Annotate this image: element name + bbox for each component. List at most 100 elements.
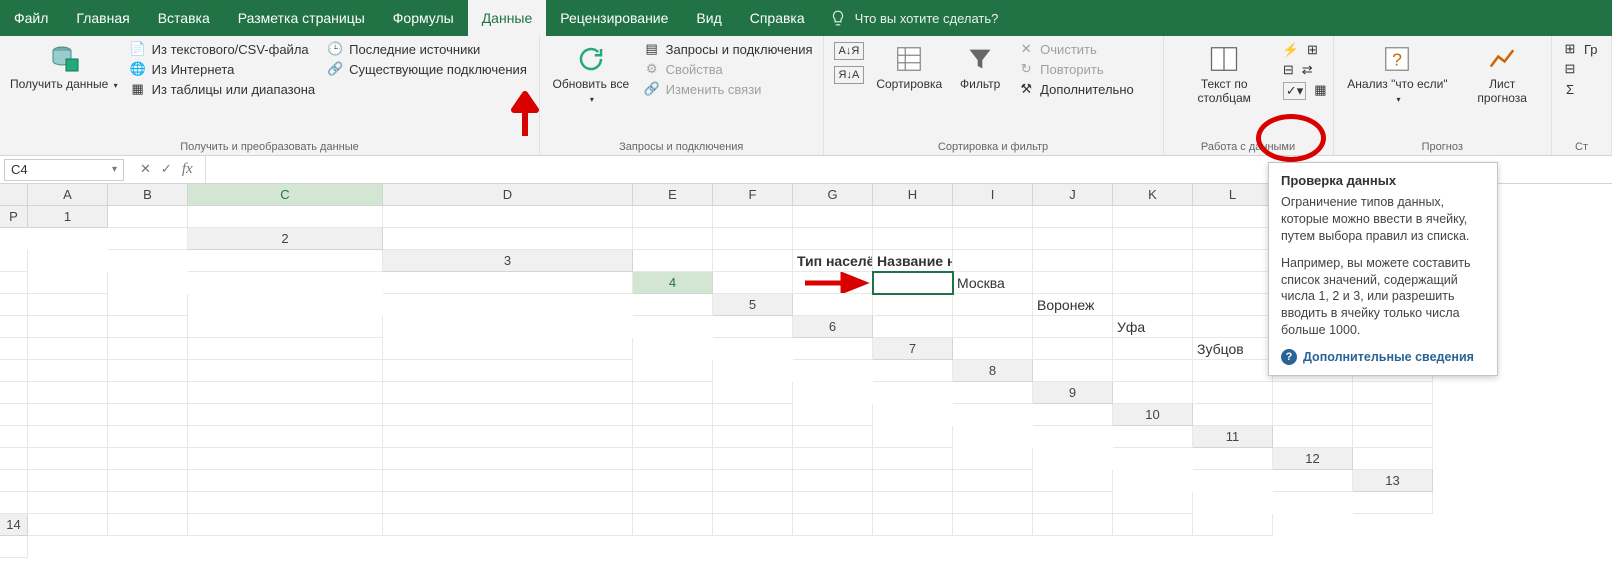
cell[interactable]: [953, 492, 1033, 514]
col-header[interactable]: A: [28, 184, 108, 206]
cell[interactable]: [1273, 404, 1353, 426]
filter-button[interactable]: Фильтр: [950, 40, 1010, 94]
col-header[interactable]: J: [1033, 184, 1113, 206]
cell[interactable]: [108, 470, 188, 492]
col-header[interactable]: G: [793, 184, 873, 206]
cell[interactable]: Тип населённого пункта: [793, 250, 873, 272]
row-header[interactable]: 9: [1033, 382, 1113, 404]
sort-az-icon[interactable]: A↓Я: [834, 42, 865, 60]
forecast-sheet-button[interactable]: Лист прогноза: [1459, 40, 1545, 108]
cell[interactable]: [28, 360, 108, 382]
cell[interactable]: [713, 382, 793, 404]
cell[interactable]: [28, 338, 108, 360]
cell[interactable]: [108, 228, 188, 250]
cell[interactable]: [383, 470, 633, 492]
col-header[interactable]: I: [953, 184, 1033, 206]
cell[interactable]: [108, 426, 188, 448]
cell[interactable]: [633, 206, 713, 228]
cell[interactable]: [383, 448, 633, 470]
cell[interactable]: [383, 382, 633, 404]
cell[interactable]: [383, 338, 633, 360]
cell[interactable]: [953, 470, 1033, 492]
cell[interactable]: [873, 426, 953, 448]
cell[interactable]: [0, 470, 28, 492]
cell[interactable]: [713, 470, 793, 492]
cancel-formula-icon[interactable]: ✕: [140, 161, 151, 178]
cell[interactable]: [1193, 404, 1273, 426]
row-header[interactable]: 7: [873, 338, 953, 360]
cell[interactable]: [188, 448, 383, 470]
existing-connections-button[interactable]: 🔗Существующие подключения: [323, 60, 531, 78]
cell[interactable]: [188, 360, 383, 382]
cell[interactable]: [1193, 250, 1273, 272]
cell[interactable]: [0, 492, 28, 514]
cell[interactable]: [28, 382, 108, 404]
row-header[interactable]: 5: [713, 294, 793, 316]
cell[interactable]: [873, 294, 953, 316]
cell[interactable]: [28, 448, 108, 470]
cell[interactable]: [1033, 250, 1113, 272]
name-box[interactable]: C4▾: [4, 159, 124, 181]
row-header[interactable]: 8: [953, 360, 1033, 382]
cell[interactable]: [1033, 272, 1113, 294]
cell[interactable]: [1193, 294, 1273, 316]
cell[interactable]: [633, 514, 713, 536]
cell[interactable]: [873, 514, 953, 536]
sort-button[interactable]: Сортировка: [872, 40, 946, 94]
cell[interactable]: [108, 294, 188, 316]
tab-file[interactable]: Файл: [0, 0, 62, 36]
col-header[interactable]: P: [0, 206, 28, 228]
get-data-button[interactable]: Получить данные ▾: [6, 40, 122, 94]
cell[interactable]: [108, 316, 188, 338]
cell[interactable]: [873, 448, 953, 470]
cell[interactable]: [1193, 206, 1273, 228]
cell[interactable]: [633, 360, 713, 382]
cell[interactable]: [383, 492, 633, 514]
cell[interactable]: [28, 316, 108, 338]
cell[interactable]: [0, 294, 28, 316]
cell[interactable]: [108, 404, 188, 426]
cell-selected[interactable]: [873, 272, 953, 294]
reapply-button[interactable]: ↻Повторить: [1014, 60, 1138, 78]
cell[interactable]: [633, 492, 713, 514]
cell[interactable]: [188, 250, 383, 272]
cell[interactable]: [793, 514, 873, 536]
cell[interactable]: [108, 382, 188, 404]
cell[interactable]: [383, 426, 633, 448]
cell[interactable]: [713, 206, 793, 228]
cell[interactable]: [633, 470, 713, 492]
cell[interactable]: [28, 470, 108, 492]
cell[interactable]: [713, 514, 793, 536]
cell[interactable]: [0, 448, 28, 470]
cell[interactable]: [383, 228, 633, 250]
cell[interactable]: [1033, 228, 1113, 250]
cell[interactable]: [188, 426, 383, 448]
cell[interactable]: [1113, 492, 1193, 514]
flash-fill-icon[interactable]: ⚡: [1283, 42, 1299, 58]
tab-review[interactable]: Рецензирование: [546, 0, 682, 36]
whatif-button[interactable]: ? Анализ "что если" ▾: [1340, 40, 1456, 108]
cell[interactable]: [873, 470, 953, 492]
cell[interactable]: [793, 228, 873, 250]
cell[interactable]: [633, 382, 713, 404]
select-all-corner[interactable]: [0, 184, 28, 206]
tab-insert[interactable]: Вставка: [144, 0, 224, 36]
sort-za-icon[interactable]: Я↓A: [834, 66, 865, 84]
cell[interactable]: [633, 426, 713, 448]
cell[interactable]: [1193, 448, 1273, 470]
col-header[interactable]: C: [188, 184, 383, 206]
cell[interactable]: [28, 514, 108, 536]
cell[interactable]: [1033, 206, 1113, 228]
col-header[interactable]: H: [873, 184, 953, 206]
cell[interactable]: [28, 426, 108, 448]
cell[interactable]: [1113, 360, 1193, 382]
cell[interactable]: [108, 338, 188, 360]
clear-filter-button[interactable]: ✕Очистить: [1014, 40, 1138, 58]
cell[interactable]: [1353, 448, 1433, 470]
group-rows-button[interactable]: ⊞Гр: [1558, 40, 1602, 58]
cell[interactable]: [953, 448, 1033, 470]
tooltip-more-link[interactable]: ? Дополнительные сведения: [1281, 349, 1485, 365]
cell[interactable]: [1353, 404, 1433, 426]
col-header[interactable]: F: [713, 184, 793, 206]
cell[interactable]: [1193, 272, 1273, 294]
